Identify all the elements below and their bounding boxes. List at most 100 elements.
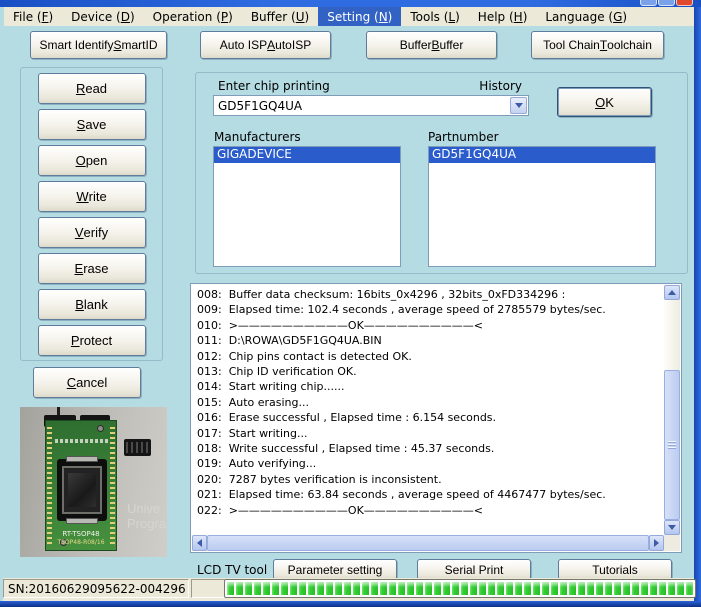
serial-number-panel: SN:20160629095622-004296 xyxy=(3,579,189,598)
partnumber-item[interactable]: GD5F1GQ4UA xyxy=(429,147,655,163)
tsop-socket xyxy=(57,459,107,521)
log-vertical-scrollbar[interactable] xyxy=(664,285,680,535)
status-bar: SN:20160629095622-004296 xyxy=(3,578,694,601)
serial-number: SN:20160629095622-004296 xyxy=(8,582,186,596)
partnumber-list[interactable]: GD5F1GQ4UA xyxy=(428,146,656,267)
scroll-left-button[interactable] xyxy=(192,535,207,551)
pin-header xyxy=(124,439,151,456)
manufacturers-label: Manufacturers xyxy=(214,130,301,144)
log-line: 012: Chip pins contact is detected OK. xyxy=(197,349,662,364)
log-line: 014: Start writing chip...... xyxy=(197,379,662,394)
pcb-hole xyxy=(97,425,104,432)
log-line: 008: Buffer data checksum: 16bits_0x4296… xyxy=(197,287,662,302)
menu-item-file[interactable]: File (F) xyxy=(4,7,62,26)
menu-item-buffer[interactable]: Buffer (U) xyxy=(242,7,318,26)
history-dropdown-button[interactable] xyxy=(510,97,527,114)
verify-button[interactable]: Verify xyxy=(38,217,146,248)
progress-bar xyxy=(224,579,696,598)
chevron-down-icon xyxy=(515,103,523,108)
minimize-button[interactable] xyxy=(640,0,657,6)
scroll-down-icon xyxy=(668,525,676,530)
socket-clip xyxy=(66,518,98,524)
smart-identify-smartid-button[interactable]: Smart Identify SmartID xyxy=(30,31,167,59)
protect-button[interactable]: Protect xyxy=(38,325,146,356)
log-horizontal-scrollbar[interactable] xyxy=(192,535,664,551)
menu-item-device[interactable]: Device (D) xyxy=(62,7,143,26)
photo-watermark: Unive Progra xyxy=(127,501,166,531)
buffer-buffer-button[interactable]: Buffer Buffer xyxy=(366,31,497,59)
adapter-label: RT-TSOP48 xyxy=(46,530,116,538)
manufacturer-item[interactable]: GIGADEVICE xyxy=(214,147,400,163)
erase-button[interactable]: Erase xyxy=(38,253,146,284)
pcb-pins-right xyxy=(110,427,115,544)
pcb-pins-left xyxy=(47,427,52,544)
menu-item-operation[interactable]: Operation (P) xyxy=(144,7,242,26)
open-button[interactable]: Open xyxy=(38,145,146,176)
ok-button[interactable]: OK xyxy=(557,87,652,117)
socket-clip xyxy=(66,456,98,462)
watermark-line: Progra xyxy=(127,516,166,531)
read-button[interactable]: Read xyxy=(38,73,146,104)
programmer-photo: RT-TSOP48 TSOP48-R08/16 Unive Progra xyxy=(20,407,167,557)
scroll-up-button[interactable] xyxy=(664,285,680,300)
menu-bar: File (F)Device (D)Operation (P)Buffer (U… xyxy=(4,7,694,26)
serial-print-button[interactable]: Serial Print xyxy=(417,559,531,580)
log-line: 020: 7287 bytes verification is inconsis… xyxy=(197,472,662,487)
adapter-sublabel: TSOP48-R08/16 xyxy=(46,539,116,546)
chip-combo-value: GD5F1GQ4UA xyxy=(218,99,302,113)
log-line: 016: Erase successful , Elapsed time : 6… xyxy=(197,410,662,425)
log-line: 021: Elapsed time: 63.84 seconds , avera… xyxy=(197,487,662,502)
log-text[interactable]: 008: Buffer data checksum: 16bits_0x4296… xyxy=(197,287,662,534)
vertical-scroll-thumb[interactable] xyxy=(664,370,680,520)
auto-isp-autoisp-button[interactable]: Auto ISP AutoISP xyxy=(200,31,331,59)
chip-die xyxy=(68,473,96,507)
manufacturers-list[interactable]: GIGADEVICE xyxy=(213,146,401,267)
log-line: 010: >——————————OK——————————< xyxy=(197,318,662,333)
log-line: 017: Start writing... xyxy=(197,426,662,441)
log-box: 008: Buffer data checksum: 16bits_0x4296… xyxy=(190,283,682,553)
close-button[interactable] xyxy=(676,0,693,6)
scroll-up-icon xyxy=(668,290,676,295)
progress-fill xyxy=(227,582,693,595)
log-line: 009: Elapsed time: 102.4 seconds , avera… xyxy=(197,302,662,317)
save-button[interactable]: Save xyxy=(38,109,146,140)
history-label: History xyxy=(452,79,522,93)
log-line: 019: Auto verifying... xyxy=(197,456,662,471)
write-button[interactable]: Write xyxy=(38,181,146,212)
scroll-right-button[interactable] xyxy=(649,535,664,551)
log-line: 013: Chip ID verification OK. xyxy=(197,364,662,379)
enter-chip-label: Enter chip printing xyxy=(218,79,330,93)
blank-button[interactable]: Blank xyxy=(38,289,146,320)
parameter-setting-button[interactable]: Parameter setting xyxy=(273,559,397,580)
log-line: 011: D:\ROWA\GD5F1GQ4UA.BIN xyxy=(197,333,662,348)
maximize-button[interactable] xyxy=(658,0,675,6)
pin-header-pins xyxy=(126,442,149,453)
log-line: 015: Auto erasing... xyxy=(197,395,662,410)
watermark-line: Unive xyxy=(127,501,166,516)
partnumber-label: Partnumber xyxy=(428,130,499,144)
scroll-thumb-grip xyxy=(668,441,676,450)
scroll-down-button[interactable] xyxy=(664,520,680,535)
left-button-group: Read Save Open Write Verify Erase Blank Protect xyxy=(20,67,163,361)
menu-item-tools[interactable]: Tools (L) xyxy=(401,7,468,26)
titlebar-strip xyxy=(0,0,701,7)
log-line: 018: Write successful , Elapsed time : 4… xyxy=(197,441,662,456)
cancel-button[interactable]: Cancel xyxy=(33,367,141,398)
statusbar-spacer-panel xyxy=(191,579,225,598)
window-border-left xyxy=(0,7,4,601)
tutorials-button[interactable]: Tutorials xyxy=(558,559,672,580)
menu-item-language[interactable]: Language (G) xyxy=(536,7,636,26)
lcd-tv-tool-label: LCD TV tool xyxy=(197,563,267,577)
scroll-right-icon xyxy=(654,539,659,547)
adapter-pcb: RT-TSOP48 TSOP48-R08/16 xyxy=(45,420,117,551)
menu-item-setting[interactable]: Setting (N) xyxy=(318,7,401,26)
scroll-left-icon xyxy=(197,539,202,547)
menu-item-help[interactable]: Help (H) xyxy=(469,7,537,26)
chip-combo[interactable]: GD5F1GQ4UA xyxy=(213,95,529,116)
horizontal-scroll-thumb[interactable] xyxy=(207,535,649,551)
tool-chain-toolchain-button[interactable]: Tool Chain Toolchain xyxy=(531,31,664,59)
application-window: File (F)Device (D)Operation (P)Buffer (U… xyxy=(0,0,701,607)
scrollbar-corner xyxy=(664,535,680,551)
window-border-right xyxy=(694,7,701,601)
pcb-silkscreen xyxy=(55,439,109,443)
